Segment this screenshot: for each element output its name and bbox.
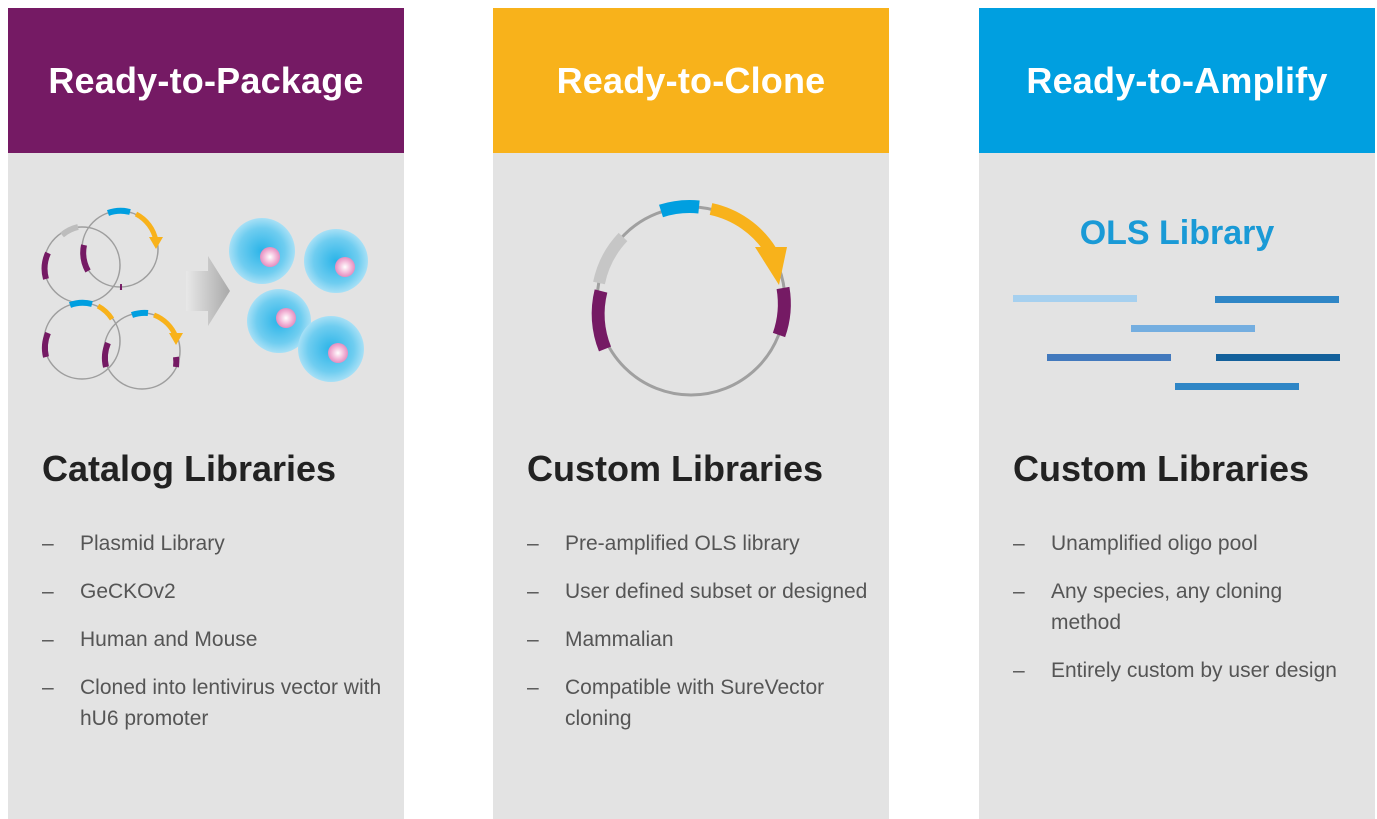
list-item: Cloned into lentivirus vector with hU6 p… — [42, 672, 384, 734]
cell-icon — [304, 229, 368, 293]
oligo-pool-illustration: OLS Library — [979, 153, 1375, 433]
column-title: Custom Libraries — [527, 448, 824, 489]
cell-icon — [229, 218, 295, 284]
column-header: Ready-to-Package — [8, 8, 404, 153]
oligo-strand — [1131, 325, 1255, 332]
plasmid-illustration — [493, 153, 889, 433]
feature-list: Pre-amplified OLS library User defined s… — [527, 528, 869, 751]
list-item: Compatible with SureVector cloning — [527, 672, 869, 734]
column-title: Catalog Libraries — [42, 448, 337, 489]
list-item: Entirely custom by user design — [1013, 655, 1355, 686]
right-arrow-icon — [186, 256, 230, 326]
list-item: Plasmid Library — [42, 528, 384, 559]
column-ready-to-clone: Ready-to-Clone Custom Libraries Pre-ampl… — [493, 8, 889, 819]
plasmid-icon — [591, 200, 791, 397]
oligo-lines-graphic: OLS Library — [1013, 214, 1340, 390]
column-ready-to-amplify: Ready-to-Amplify OLS Library Custom Libr… — [979, 8, 1375, 819]
column-title: Custom Libraries — [1013, 448, 1310, 489]
ols-library-label: OLS Library — [1080, 214, 1275, 252]
cell-icon — [298, 316, 364, 382]
list-item: Mammalian — [527, 624, 869, 655]
list-item: Pre-amplified OLS library — [527, 528, 869, 559]
list-item: GeCKOv2 — [42, 576, 384, 607]
list-item: Unamplified oligo pool — [1013, 528, 1355, 559]
plasmid-to-cells-illustration — [8, 153, 404, 433]
list-item: Any species, any cloning method — [1013, 576, 1355, 638]
list-item: User defined subset or designed — [527, 576, 869, 607]
column-header: Ready-to-Amplify — [979, 8, 1375, 153]
column-header: Ready-to-Clone — [493, 8, 889, 153]
column-ready-to-package: Ready-to-Package Catalog Libraries – Pla… — [8, 8, 404, 819]
oligo-strand — [1216, 354, 1340, 361]
feature-list: Plasmid Library GeCKOv2 Human and Mouse … — [42, 528, 384, 751]
oligo-strand — [1047, 354, 1171, 361]
plasmid-icon — [41, 224, 121, 304]
oligo-strand — [1013, 295, 1137, 302]
oligo-strand — [1175, 383, 1299, 390]
plasmid-icon — [80, 207, 163, 291]
list-item: Human and Mouse — [42, 624, 384, 655]
plasmids-arrow-cells-graphic — [41, 207, 368, 390]
oligo-strand — [1215, 296, 1339, 303]
plasmid-icon — [101, 309, 183, 390]
feature-list: Unamplified oligo pool Any species, any … — [1013, 528, 1355, 703]
